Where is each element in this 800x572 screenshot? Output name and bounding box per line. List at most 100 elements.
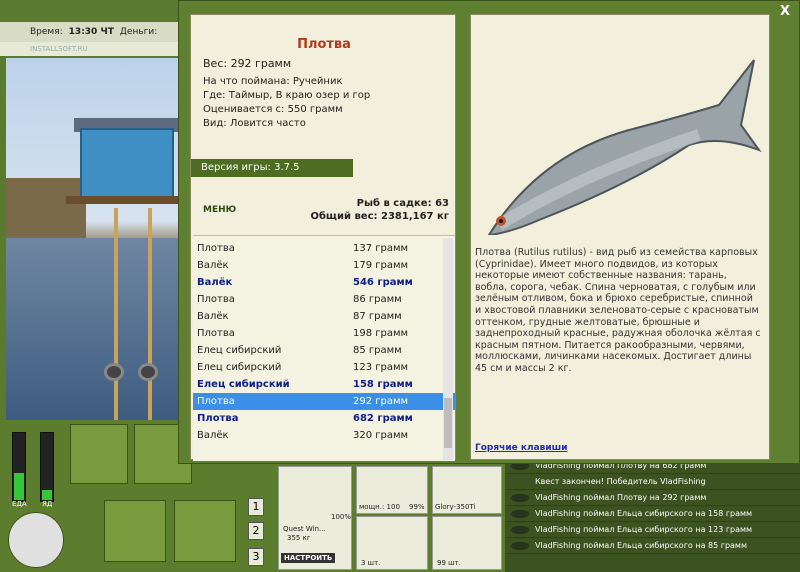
version-label: Версия игры: 3.7.5 xyxy=(191,159,353,177)
lure-slot[interactable]: Glory-350Ti xyxy=(432,466,502,514)
catch-fish-name: Елец сибирский xyxy=(197,379,290,390)
catch-fish-name: Валёк xyxy=(197,277,233,288)
caught-with: На что поймана: Ручейник xyxy=(203,76,343,87)
poison-meter xyxy=(40,432,54,502)
catch-list-row[interactable]: Елец сибирский 85 грамм xyxy=(193,342,455,359)
fish-in-cage: Рыб в садке: 63 xyxy=(356,198,449,209)
fishing-scene[interactable] xyxy=(6,58,180,420)
catch-fish-weight: 137 грамм xyxy=(353,243,409,254)
scroll-thumb[interactable] xyxy=(444,398,452,448)
fishing-rod-2[interactable] xyxy=(148,208,152,420)
line-percent: 100% xyxy=(331,513,352,521)
catch-list-row[interactable]: Плотва 137 грамм xyxy=(193,240,455,257)
catch-fish-name: Елец сибирский xyxy=(197,345,282,356)
scrollbar[interactable] xyxy=(443,238,453,460)
tab-3[interactable]: 3 xyxy=(248,548,264,566)
catch-fish-weight: 546 грамм xyxy=(353,277,413,288)
line-size: 355 кг xyxy=(287,534,311,542)
catch-list-row[interactable]: Валёк 179 грамм xyxy=(193,257,455,274)
site-logo: INSTALLSOFT.RU xyxy=(0,42,180,56)
catch-list-row[interactable]: Плотва 292 грамм xyxy=(193,393,455,410)
hook-count: 3 шт. xyxy=(361,559,381,567)
catch-summary: Рыб в садке: 63 Общий вес: 2381,167 кг xyxy=(310,197,449,223)
bait-slot[interactable]: 99 шт. xyxy=(432,516,502,570)
fish-weight: Вес: 292 грамм xyxy=(203,57,292,70)
catch-list-row[interactable]: Елец сибирский 158 грамм xyxy=(193,376,455,393)
catch-fish-name: Плотва xyxy=(197,328,235,339)
log-entry: VladFishing поймал Ельца сибирского на 1… xyxy=(505,522,800,538)
catch-fish-weight: 292 грамм xyxy=(353,396,409,407)
catch-list-row[interactable]: Плотва 86 грамм xyxy=(193,291,455,308)
fish-icon xyxy=(511,541,529,550)
time-value: 13:30 ЧТ xyxy=(68,27,114,37)
fish-details: На что поймана: Ручейник Где: Таймыр, В … xyxy=(203,75,370,131)
tab-1[interactable]: 1 xyxy=(248,498,264,516)
lake-water xyxy=(6,238,180,420)
rod-slot[interactable]: Quest Win... 355 кг 100% НАСТРОИТЬ xyxy=(278,466,352,570)
bait-bucket-icon[interactable] xyxy=(174,500,236,562)
log-entry: VladFishing поймал Ельца сибирского на 8… xyxy=(505,538,800,554)
reel-slot[interactable]: мощн.: 100 99% xyxy=(356,466,428,514)
food-meter xyxy=(12,432,26,502)
line-name: Quest Win... xyxy=(283,525,326,533)
kind: Вид: Ловится часто xyxy=(203,118,306,129)
hook-slot[interactable]: 3 шт. xyxy=(356,516,428,570)
food-label: ЕДА xyxy=(12,500,27,508)
catch-fish-weight: 682 грамм xyxy=(353,413,413,424)
catch-list[interactable]: Плотва 137 грамм Валёк 179 грамм Валёк 546 гр… xyxy=(193,235,455,461)
menu-button[interactable]: МЕНЮ xyxy=(203,205,236,215)
catch-fish-weight: 87 грамм xyxy=(353,311,402,322)
catch-fish-name: Плотва xyxy=(197,294,235,305)
catch-list-row[interactable]: Елец сибирский 123 грамм xyxy=(193,359,455,376)
reel-percent: 99% xyxy=(409,503,425,511)
total-weight: Общий вес: 2381,167 кг xyxy=(310,211,449,222)
catch-fish-name: Плотва xyxy=(197,413,239,424)
hotkeys-link[interactable]: Горячие клавиши xyxy=(475,443,568,453)
catch-fish-name: Валёк xyxy=(197,260,229,271)
catch-panel: Плотва Вес: 292 грамм На что поймана: Ру… xyxy=(190,14,456,461)
fish-icon xyxy=(511,509,529,518)
catch-fish-weight: 85 грамм xyxy=(353,345,402,356)
pot-icon[interactable] xyxy=(8,512,64,568)
catch-list-row[interactable]: Плотва 682 грамм xyxy=(193,410,455,427)
reel-power: мощн.: 100 xyxy=(359,503,400,511)
value: Оценивается с: 550 грамм xyxy=(203,104,343,115)
location: Где: Таймыр, В краю озер и гор xyxy=(203,90,371,101)
catch-fish-name: Плотва xyxy=(197,243,235,254)
log-entry: VladFishing поймал Плотву на 292 грамм xyxy=(505,490,800,506)
time-label: Время: xyxy=(30,27,63,37)
fish-description: Плотва (Rutilus rutilus) - вид рыб из се… xyxy=(475,247,761,374)
close-button[interactable]: X xyxy=(780,4,790,19)
catch-fish-name: Елец сибирский xyxy=(197,362,282,373)
bait-count: 99 шт. xyxy=(437,559,461,567)
fish-description-panel: Плотва (Rutilus rutilus) - вид рыб из се… xyxy=(470,14,770,460)
log-entry: Квест закончен! Победитель VladFishing xyxy=(505,474,800,490)
event-log: VladFishing поймал Плотву на 682 грамм К… xyxy=(505,458,800,572)
fish-icon xyxy=(511,525,529,534)
reel-2-icon[interactable] xyxy=(138,363,158,381)
food-basket-icon[interactable] xyxy=(104,500,166,562)
catch-list-row[interactable]: Валёк 320 грамм xyxy=(193,427,455,444)
poison-level xyxy=(42,489,52,500)
catch-list-row[interactable]: Валёк 87 грамм xyxy=(193,308,455,325)
catch-fish-weight: 123 грамм xyxy=(353,362,409,373)
catch-fish-weight: 198 грамм xyxy=(353,328,409,339)
catch-fish-weight: 158 грамм xyxy=(353,379,413,390)
catch-list-row[interactable]: Валёк 546 грамм xyxy=(193,274,455,291)
fish-name: Плотва xyxy=(297,37,351,52)
catch-list-row[interactable]: Плотва 198 грамм xyxy=(193,325,455,342)
configure-button[interactable]: НАСТРОИТЬ xyxy=(281,553,336,563)
house xyxy=(80,128,174,198)
reel-1-icon[interactable] xyxy=(104,363,124,381)
money-label: Деньги: xyxy=(119,27,158,37)
fishing-rod-1[interactable] xyxy=(114,208,118,420)
catch-fish-name: Валёк xyxy=(197,311,229,322)
catch-fish-name: Плотва xyxy=(197,396,235,407)
poison-label: ЯД xyxy=(42,500,53,508)
fish-image-icon xyxy=(487,59,762,235)
tackle-box-icon[interactable] xyxy=(70,424,128,484)
log-entry: VladFishing поймал Ельца сибирского на 1… xyxy=(505,506,800,522)
status-bar: Время: 13:30 ЧТ Деньги: xyxy=(0,22,180,42)
dock xyxy=(66,196,180,204)
tab-2[interactable]: 2 xyxy=(248,522,264,540)
